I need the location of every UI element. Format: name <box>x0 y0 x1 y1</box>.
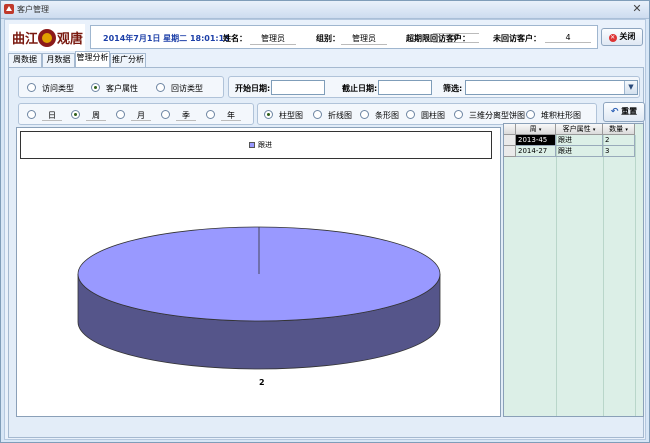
date-filter-group: 开始日期: 截止日期: 筛选: ▼ <box>228 76 640 98</box>
sort-chevron-icon: ▾ <box>625 127 628 133</box>
sort-chevron-icon: ▾ <box>538 127 542 133</box>
logo-text-right: 观唐 <box>57 31 83 47</box>
current-datetime: 2014年7月1日 星期二 18:01:13 <box>103 34 230 43</box>
radio-line-chart[interactable]: 折线图 <box>313 110 352 121</box>
title-bar: 客户管理 ✕ <box>1 1 649 19</box>
sort-chevron-icon: ▾ <box>592 127 596 133</box>
radio-column-chart[interactable]: 柱型图 <box>264 110 303 121</box>
radio-circle-icon <box>156 83 165 92</box>
grid-column-divider <box>603 135 604 416</box>
radio-circle-icon <box>27 83 36 92</box>
header: 曲江 观唐 2014年7月1日 星期二 18:01:13 姓名： 管理员 组别：… <box>7 22 644 52</box>
radio-revisit-type[interactable]: 回访类型 <box>156 83 203 94</box>
radio-cylinder-chart[interactable]: 圆柱图 <box>406 110 445 121</box>
grid-corner[interactable] <box>504 124 516 135</box>
chevron-down-icon[interactable]: ▼ <box>624 81 637 94</box>
tab-management-analysis[interactable]: 管理分析 <box>75 51 110 67</box>
chart-area: 跟进 2 <box>16 127 501 417</box>
tab-promotion-analysis[interactable]: 推广分析 <box>110 53 146 67</box>
radio-circle-icon <box>313 110 322 119</box>
start-date-label: 开始日期: <box>235 84 271 93</box>
overdue-value: 0 <box>433 33 479 43</box>
name-label: 姓名： <box>223 34 247 43</box>
radio-circle-icon <box>27 110 36 119</box>
main-window: 客户管理 ✕ 曲江 观唐 2014年7月1日 星期二 18:01:13 姓名： … <box>0 0 650 443</box>
radio-visit-type[interactable]: 访问类型 <box>27 83 74 94</box>
pie-value-label: 2 <box>259 378 265 387</box>
table-cell-count[interactable]: 3 <box>603 146 635 157</box>
end-date-label: 截止日期: <box>342 84 378 93</box>
window-close-icon[interactable]: ✕ <box>630 2 644 16</box>
start-date-input[interactable] <box>271 80 325 95</box>
client-area: 曲江 观唐 2014年7月1日 星期二 18:01:13 姓名： 管理员 组别：… <box>4 19 646 440</box>
tab-weekly-data[interactable]: 周数据 <box>8 53 42 67</box>
undo-arrow-icon: ↶ <box>610 107 619 117</box>
window-title: 客户管理 <box>17 5 49 14</box>
grid-column-divider <box>635 135 636 416</box>
radio-circle-selected-icon <box>71 110 80 119</box>
radio-circle-selected-icon <box>264 110 273 119</box>
type-radio-group: 访问类型 客户属性 回访类型 <box>18 76 224 98</box>
radio-circle-selected-icon <box>91 83 100 92</box>
unvisited-label: 未回访客户： <box>493 34 541 43</box>
table-cell-count[interactable]: 2 <box>603 135 635 146</box>
radio-customer-attribute[interactable]: 客户属性 <box>91 83 138 94</box>
app-icon <box>4 4 14 14</box>
close-button-label: 关闭 <box>619 32 636 41</box>
radio-year[interactable]: 年 <box>206 110 241 121</box>
radio-circle-icon <box>116 110 125 119</box>
close-red-icon: ✕ <box>608 34 617 42</box>
period-radio-group: 日 周 月 季 年 <box>18 103 254 125</box>
logo-text-left: 曲江 <box>12 31 38 47</box>
column-header-attribute[interactable]: 客户属性 ▾ <box>556 124 603 135</box>
radio-month[interactable]: 月 <box>116 110 151 121</box>
radio-circle-icon <box>406 110 415 119</box>
radio-bar-chart[interactable]: 条形图 <box>360 110 399 121</box>
unvisited-value: 4 <box>545 33 591 43</box>
radio-circle-icon <box>360 110 369 119</box>
group-label: 组别： <box>316 34 340 43</box>
close-button[interactable]: ✕ 关闭 <box>601 28 643 46</box>
filter-label: 筛选: <box>443 84 463 93</box>
radio-stacked-column[interactable]: 堆积柱形图 <box>526 110 581 121</box>
table-cell-attribute[interactable]: 跟进 <box>556 146 603 157</box>
radio-circle-icon <box>161 110 170 119</box>
row-header[interactable] <box>504 146 516 157</box>
table-cell-attribute[interactable]: 跟进 <box>556 135 603 146</box>
radio-3d-exploded-pie[interactable]: 三维分离型饼图 <box>454 110 525 121</box>
pie-chart <box>77 226 441 370</box>
end-date-input[interactable] <box>378 80 432 95</box>
name-value: 管理员 <box>250 33 296 45</box>
tab-monthly-data[interactable]: 月数据 <box>42 53 75 67</box>
status-info-bar: 2014年7月1日 星期二 18:01:13 姓名： 管理员 组别： 管理员 超… <box>90 25 598 49</box>
row-header[interactable] <box>504 135 516 146</box>
reset-button[interactable]: ↶ 重置 <box>603 102 645 122</box>
radio-quarter[interactable]: 季 <box>161 110 196 121</box>
brand-logo: 曲江 观唐 <box>9 24 85 51</box>
column-header-count[interactable]: 数量 ▾ <box>603 124 635 135</box>
chart-type-radio-group: 柱型图 折线图 条形图 圆柱图 三维分离型饼图 堆积柱形图 <box>257 103 597 125</box>
grid-column-divider <box>556 135 557 416</box>
filter-select[interactable]: ▼ <box>465 80 638 95</box>
radio-day[interactable]: 日 <box>27 110 62 121</box>
radio-circle-icon <box>454 110 463 119</box>
radio-week[interactable]: 周 <box>71 110 106 121</box>
radio-circle-icon <box>206 110 215 119</box>
table-cell-week[interactable]: 2013-45 <box>516 135 556 146</box>
data-grid: 周 ▾ 客户属性 ▾ 数量 ▾ 2013-45 跟进 2 2014-27 跟进 … <box>503 123 644 417</box>
group-value: 管理员 <box>341 33 387 45</box>
radio-circle-icon <box>526 110 535 119</box>
column-header-week[interactable]: 周 ▾ <box>516 124 556 135</box>
table-cell-week[interactable]: 2014-27 <box>516 146 556 157</box>
reset-button-label: 重置 <box>621 107 638 116</box>
